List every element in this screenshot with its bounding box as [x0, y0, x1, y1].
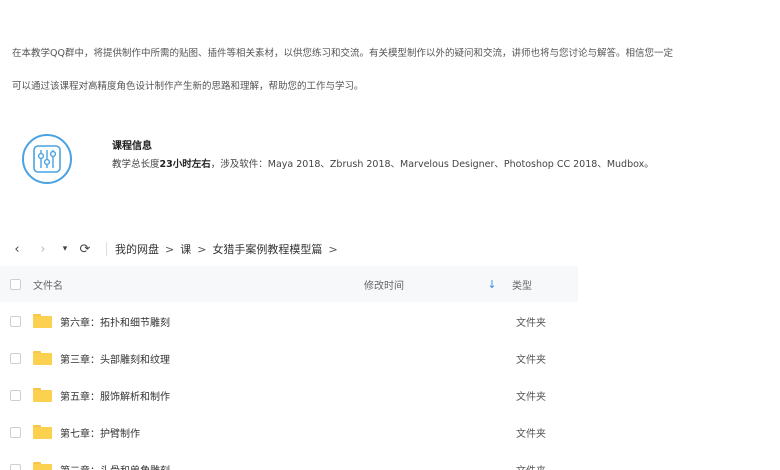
folder-icon [33, 351, 52, 365]
breadcrumb-separator: > [328, 242, 338, 256]
select-all-checkbox[interactable] [10, 278, 21, 290]
refresh-button[interactable]: ⟳ [76, 242, 94, 257]
intro-line-1: 在本教学QQ群中，将提供制作中所需的贴图、插件等相关素材，以供您练习和交流。有关… [12, 48, 673, 59]
file-type: 文件夹 [506, 462, 566, 470]
row-checkbox[interactable] [10, 315, 21, 327]
folder-icon [33, 425, 52, 439]
file-row[interactable]: 第七章：护臂制作 文件夹 [0, 414, 578, 450]
breadcrumb-separator: > [197, 242, 207, 256]
file-name[interactable]: 第六章：拓扑和细节雕刻 [60, 314, 368, 329]
file-manager: ‹ › ▾ ⟳ 我的网盘 > 课 > 女猎手案例教程模型篇 > 文件名 修改时间… [0, 232, 578, 470]
intro-line-2: 可以通过该课程对高精度角色设计制作产生新的思路和理解，帮助您的工作与学习。 [12, 81, 364, 92]
column-modified-header[interactable]: 修改时间 [364, 277, 482, 292]
course-info-desc: 教学总长度23小时左右，涉及软件：Maya 2018、Zbrush 2018、M… [112, 159, 654, 170]
row-checkbox[interactable] [10, 352, 21, 364]
row-checkbox[interactable] [10, 463, 21, 470]
file-row[interactable]: 第五章：服饰解析和制作 文件夹 [0, 377, 578, 413]
forward-button[interactable]: › [34, 242, 52, 257]
breadcrumb-my-drive[interactable]: 我的网盘 [115, 241, 159, 257]
file-name[interactable]: 第二章：头骨和兽角雕刻 [60, 462, 368, 470]
nav-divider [106, 242, 107, 256]
folder-icon [33, 388, 52, 402]
breadcrumb-current-folder[interactable]: 女猎手案例教程模型篇 [212, 241, 322, 257]
folder-icon [33, 462, 52, 470]
file-name[interactable]: 第五章：服饰解析和制作 [60, 388, 368, 403]
column-name-header[interactable]: 文件名 [33, 277, 364, 292]
folder-icon [33, 314, 52, 328]
course-info-title: 课程信息 [112, 141, 152, 152]
equalizer-icon [22, 134, 72, 184]
file-name[interactable]: 第三章：头部雕刻和纹理 [60, 351, 368, 366]
navigation-bar: ‹ › ▾ ⟳ 我的网盘 > 课 > 女猎手案例教程模型篇 > [0, 232, 578, 266]
history-dropdown-icon[interactable]: ▾ [60, 244, 70, 254]
file-type: 文件夹 [516, 354, 546, 366]
row-checkbox[interactable] [10, 426, 21, 438]
row-checkbox[interactable] [10, 389, 21, 401]
course-intro: 在本教学QQ群中，将提供制作中所需的贴图、插件等相关素材，以供您练习和交流。有关… [12, 37, 772, 103]
file-row[interactable]: 第三章：头部雕刻和纹理 文件夹 [0, 340, 578, 376]
breadcrumb-separator: > [165, 242, 175, 256]
course-duration: 23小时左右 [159, 159, 211, 170]
file-name[interactable]: 第七章：护臂制作 [60, 425, 368, 440]
breadcrumb-course[interactable]: 课 [180, 241, 191, 257]
file-row[interactable]: 第二章：头骨和兽角雕刻 文件夹 [0, 451, 578, 470]
file-type: 文件夹 [516, 428, 546, 440]
file-type: 文件夹 [516, 317, 546, 329]
file-row[interactable]: 第六章：拓扑和细节雕刻 文件夹 [0, 303, 578, 339]
file-type: 文件夹 [516, 391, 546, 403]
file-list-header: 文件名 修改时间 ↓ 类型 [0, 266, 578, 302]
column-type-header[interactable]: 类型 [502, 277, 562, 292]
course-info: 课程信息 教学总长度23小时左右，涉及软件：Maya 2018、Zbrush 2… [22, 134, 654, 184]
back-button[interactable]: ‹ [8, 242, 26, 257]
sort-arrow-icon[interactable]: ↓ [482, 278, 502, 291]
